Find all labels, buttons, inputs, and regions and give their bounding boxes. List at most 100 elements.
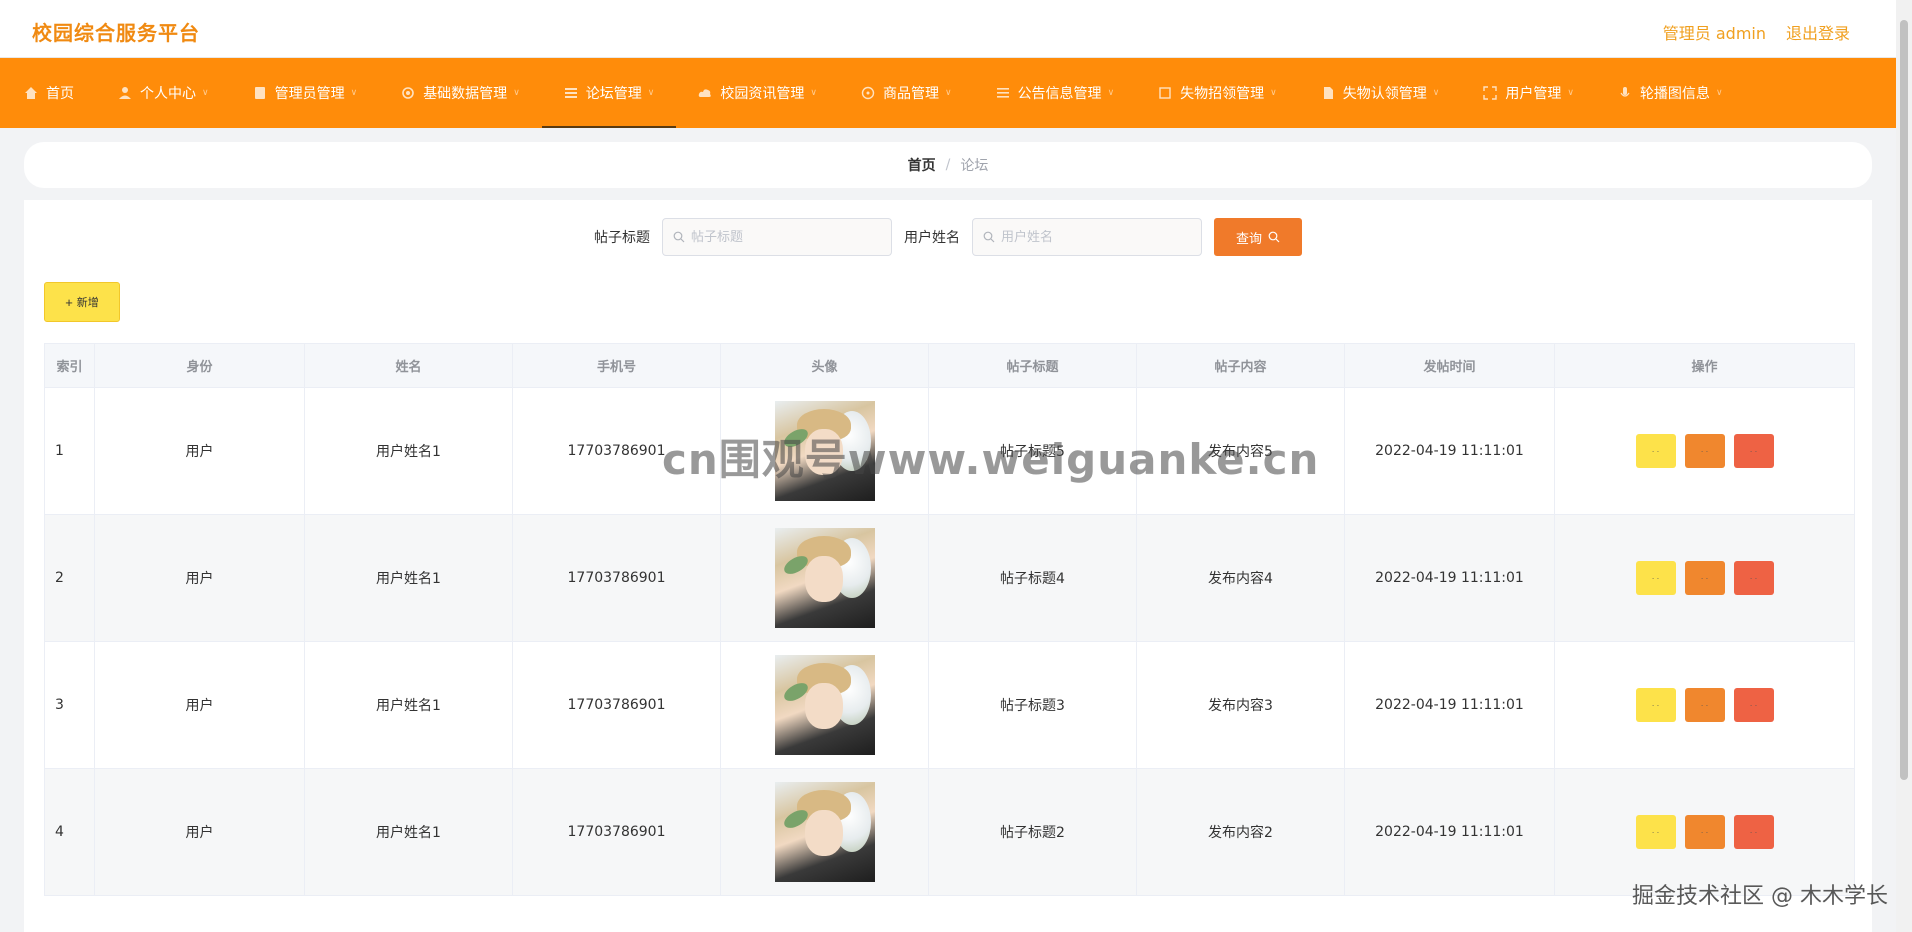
- edit-button[interactable]: · ·: [1684, 688, 1725, 722]
- nav-item[interactable]: 管理员管理 ∨: [231, 58, 380, 128]
- row-phone: 17703786901: [512, 387, 721, 515]
- avatar-face: [804, 429, 843, 475]
- row-content: 发布内容3: [1136, 641, 1345, 769]
- title-search-input[interactable]: [691, 229, 881, 245]
- add-button-label: 新增: [76, 297, 99, 309]
- row-name: 用户姓名1: [304, 387, 513, 515]
- view-button[interactable]: · ·: [1635, 434, 1676, 468]
- doc-icon: [1321, 86, 1335, 100]
- title-search-label: 帖子标题: [594, 230, 650, 246]
- name-search-field[interactable]: [972, 218, 1202, 256]
- view-button[interactable]: · ·: [1635, 815, 1676, 849]
- chevron-down-icon: ∨: [1270, 88, 1277, 98]
- chevron-down-icon: ∨: [1107, 88, 1115, 98]
- circle-icon: [861, 86, 875, 100]
- nav-item[interactable]: 商品管理 ∨: [839, 58, 974, 128]
- scrollbar-thumb[interactable]: [1900, 20, 1908, 780]
- vertical-scrollbar[interactable]: [1896, 0, 1912, 932]
- column-header: 身份: [94, 343, 305, 388]
- chevron-down-icon: ∨: [1567, 88, 1574, 98]
- title-search-field[interactable]: [662, 218, 892, 256]
- delete-button[interactable]: · ·: [1733, 688, 1774, 722]
- avatar[interactable]: [774, 528, 875, 628]
- chevron-down-icon: ∨: [1432, 88, 1440, 98]
- row-index: 1: [44, 387, 95, 515]
- row-avatar-cell: [720, 641, 929, 769]
- nav-item[interactable]: 基础数据管理 ∨: [379, 58, 542, 128]
- edit-button[interactable]: · ·: [1684, 561, 1725, 595]
- add-button[interactable]: + 新增: [44, 282, 120, 322]
- breadcrumb: 首页 / 论坛: [24, 142, 1872, 188]
- nav-item[interactable]: 论坛管理 ∨: [541, 58, 677, 128]
- row-name: 用户姓名1: [304, 641, 513, 769]
- avatar-face: [804, 810, 843, 856]
- avatar[interactable]: [774, 401, 875, 501]
- view-button[interactable]: · ·: [1635, 688, 1676, 722]
- column-header: 索引: [44, 343, 95, 388]
- settings-icon: [401, 86, 415, 100]
- search-icon: [1268, 231, 1280, 243]
- row-phone: 17703786901: [512, 641, 721, 769]
- delete-button[interactable]: · ·: [1733, 434, 1774, 468]
- table-header: 索引 身份 姓名 手机号 头像 帖子标题 帖子内容 发帖时间 操作: [44, 343, 1855, 388]
- row-avatar-cell: [720, 387, 929, 515]
- nav-item[interactable]: 轮播图信息 ∨: [1596, 58, 1745, 128]
- row-title: 帖子标题2: [928, 768, 1137, 896]
- nav-item[interactable]: 用户管理 ∨: [1461, 58, 1596, 128]
- column-header: 发帖时间: [1344, 343, 1555, 388]
- nav-item[interactable]: 校园资讯管理 ∨: [676, 58, 839, 128]
- view-button[interactable]: · ·: [1635, 561, 1676, 595]
- chevron-down-icon: ∨: [1715, 88, 1723, 98]
- avatar[interactable]: [774, 655, 875, 755]
- expand-icon: [1483, 86, 1498, 100]
- chevron-down-icon: ∨: [810, 88, 817, 98]
- breadcrumb-current: 论坛: [960, 158, 989, 174]
- row-phone: 17703786901: [512, 514, 721, 642]
- nav-item[interactable]: 个人中心 ∨: [96, 58, 231, 128]
- delete-button[interactable]: · ·: [1733, 561, 1774, 595]
- row-actions: · · · · · ·: [1554, 768, 1855, 896]
- table-row: 3 用户 用户姓名1 17703786901 帖子标题3 发布内容3 2022-04-19 …: [44, 641, 1855, 769]
- name-search-label: 用户姓名: [904, 230, 960, 246]
- nav-item-label: 基础数据管理: [423, 86, 508, 102]
- action-group: · · · · · ·: [1555, 434, 1854, 468]
- edit-button[interactable]: · ·: [1684, 434, 1725, 468]
- row-role: 用户: [94, 768, 305, 896]
- search-button-label: 查询: [1235, 230, 1262, 246]
- nav-item-label: 失物招领管理: [1180, 86, 1265, 102]
- nav-item[interactable]: 失物认领管理 ∨: [1299, 58, 1462, 128]
- nav-item[interactable]: 失物招领管理 ∨: [1136, 58, 1299, 128]
- row-content: 发布内容5: [1136, 387, 1345, 515]
- row-name: 用户姓名1: [304, 514, 513, 642]
- name-search-input[interactable]: [1001, 229, 1191, 245]
- search-button[interactable]: 查询: [1214, 218, 1302, 256]
- chevron-down-icon: ∨: [202, 88, 209, 98]
- edit-button[interactable]: · ·: [1684, 815, 1725, 849]
- current-user: 管理员 admin: [1662, 24, 1766, 43]
- nav-item-label: 校园资讯管理: [720, 86, 805, 102]
- row-time: 2022-04-19 11:11:01: [1344, 768, 1555, 896]
- row-avatar-cell: [720, 768, 929, 896]
- chevron-down-icon: ∨: [944, 88, 952, 98]
- logout-link[interactable]: 退出登录: [1786, 20, 1850, 44]
- table-row: 1 用户 用户姓名1 17703786901 帖子标题5 发布内容5 2022-04-19 …: [44, 387, 1855, 515]
- row-title: 帖子标题3: [928, 641, 1137, 769]
- nav-item-label: 轮播图信息: [1639, 86, 1710, 102]
- delete-button[interactable]: · ·: [1733, 815, 1774, 849]
- avatar-face: [804, 556, 843, 602]
- row-actions: · · · · · ·: [1554, 387, 1855, 515]
- nav-item-label: 管理员管理: [274, 86, 345, 102]
- top-header: 校园综合服务平台 管理员 admin 退出登录: [0, 0, 1896, 58]
- avatar[interactable]: [774, 782, 875, 882]
- search-form: 帖子标题 用户姓名 查询: [24, 218, 1872, 256]
- nav-item-label: 论坛管理: [585, 86, 642, 102]
- nav-item-label: 个人中心: [140, 86, 196, 102]
- nav-item[interactable]: 首页: [22, 58, 96, 128]
- row-role: 用户: [94, 387, 305, 515]
- row-name: 用户姓名1: [304, 768, 513, 896]
- nav-item[interactable]: 公告信息管理 ∨: [974, 58, 1137, 128]
- row-title: 帖子标题5: [928, 387, 1137, 515]
- breadcrumb-home[interactable]: 首页: [908, 155, 936, 175]
- table-row: 4 用户 用户姓名1 17703786901 帖子标题2 发布内容2 2022-04-19 …: [44, 768, 1855, 896]
- row-time: 2022-04-19 11:11:01: [1344, 387, 1555, 515]
